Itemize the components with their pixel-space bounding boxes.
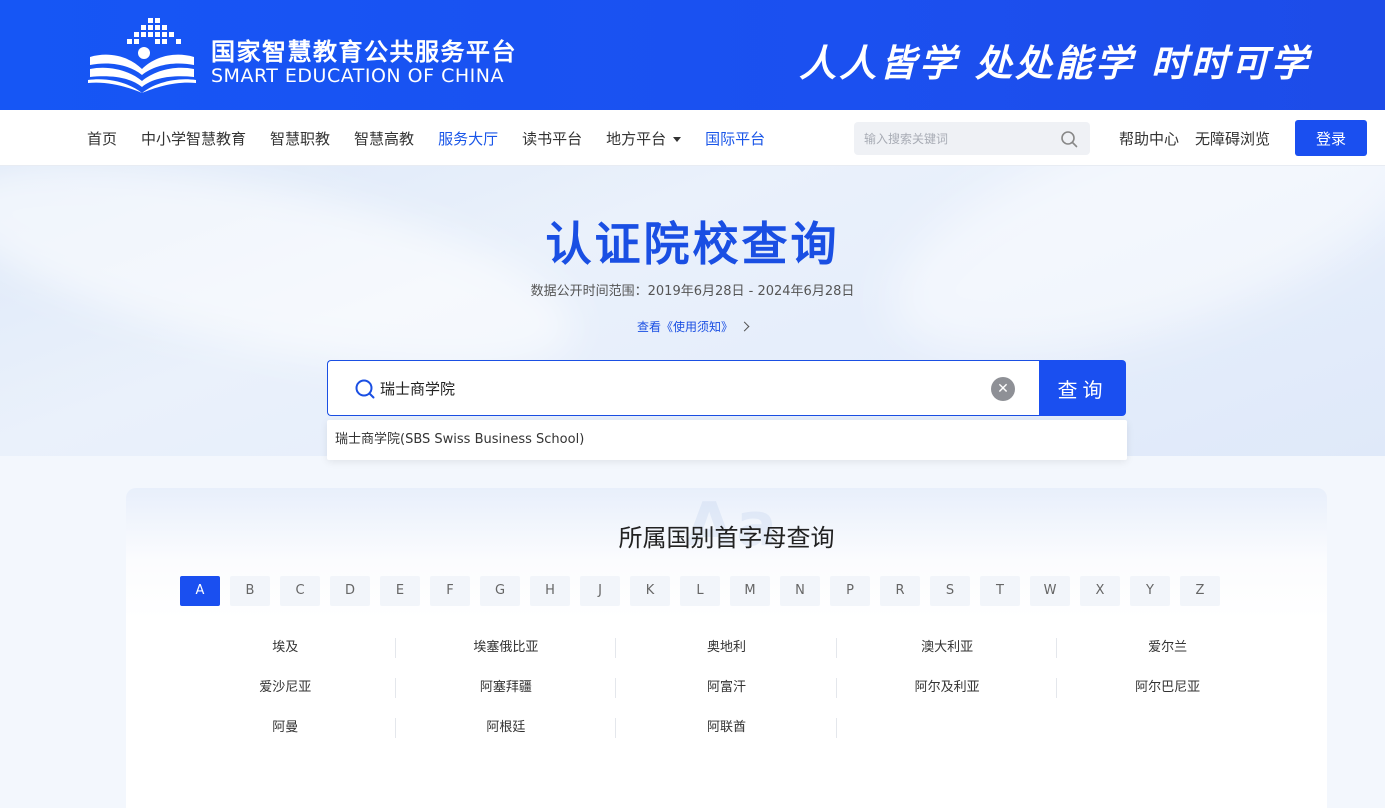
nav-item-vocational[interactable]: 智慧职教 <box>270 128 330 149</box>
letter-filter-k[interactable]: K <box>630 576 670 606</box>
country-item[interactable]: 阿塞拜疆 <box>396 668 617 708</box>
country-section: Aa 所属国别首字母查询 ABCDEFGHJKLMNPRSTWXYZ 埃及 埃塞俄… <box>126 488 1327 808</box>
login-button[interactable]: 登录 <box>1295 120 1367 156</box>
letter-filter-d[interactable]: D <box>330 576 370 606</box>
letter-filter-w[interactable]: W <box>1030 576 1070 606</box>
nav-search-box <box>854 122 1090 155</box>
brand-name-cn: 国家智慧教育公共服务平台 <box>211 38 517 66</box>
letter-filter-p[interactable]: P <box>830 576 870 606</box>
top-banner: 国家智慧教育公共服务平台 SMART EDUCATION OF CHINA 人人… <box>0 0 1385 110</box>
caret-down-icon <box>673 136 682 142</box>
country-row: 阿曼 阿根廷 阿联酋 <box>175 708 1278 748</box>
nav-item-reading[interactable]: 读书平台 <box>522 128 582 149</box>
date-range-text: 数据公开时间范围：2019年6月28日 - 2024年6月28日 <box>530 284 855 299</box>
search-icon <box>355 379 375 399</box>
country-item[interactable]: 澳大利亚 <box>837 628 1058 668</box>
open-book-logo-icon[interactable] <box>86 17 198 93</box>
letter-filter-n[interactable]: N <box>780 576 820 606</box>
letter-filter-m[interactable]: M <box>730 576 770 606</box>
query-button[interactable]: 查询 <box>1039 360 1126 416</box>
letter-filter-c[interactable]: C <box>280 576 320 606</box>
country-row: 埃及 埃塞俄比亚 奥地利 澳大利亚 爱尔兰 <box>175 628 1278 668</box>
chevron-right-icon <box>739 321 750 332</box>
country-item[interactable]: 阿尔巴尼亚 <box>1057 668 1278 708</box>
letter-filter-x[interactable]: X <box>1080 576 1120 606</box>
help-center-link[interactable]: 帮助中心 <box>1119 128 1179 149</box>
brand-name-en: SMART EDUCATION OF CHINA <box>211 65 504 87</box>
country-item[interactable]: 埃塞俄比亚 <box>396 628 617 668</box>
usage-notice-label: 查看《使用须知》 <box>636 320 733 334</box>
school-search-input[interactable] <box>380 361 980 415</box>
nav-item-international[interactable]: 国际平台 <box>705 128 765 149</box>
letter-filter: ABCDEFGHJKLMNPRSTWXYZ <box>180 576 1230 606</box>
country-item[interactable]: 阿尔及利亚 <box>837 668 1058 708</box>
letter-filter-f[interactable]: F <box>430 576 470 606</box>
school-search: ✕ 查询 <box>327 360 1126 416</box>
nav-item-local-label: 地方平台 <box>606 129 667 148</box>
letter-filter-y[interactable]: Y <box>1130 576 1170 606</box>
country-item[interactable]: 阿曼 <box>175 708 396 748</box>
country-list: 埃及 埃塞俄比亚 奥地利 澳大利亚 爱尔兰 爱沙尼亚 阿塞拜疆 阿富汗 阿尔及利亚 阿尔巴尼亚 阿曼… <box>175 628 1278 748</box>
nav-right-links: 帮助中心 无障碍浏览 <box>1119 110 1286 166</box>
letter-filter-j[interactable]: J <box>580 576 620 606</box>
country-item[interactable]: 爱沙尼亚 <box>175 668 396 708</box>
country-item[interactable]: 爱尔兰 <box>1057 628 1278 668</box>
letter-filter-b[interactable]: B <box>230 576 270 606</box>
nav-search-input[interactable] <box>854 122 1044 155</box>
main-nav: 首页 中小学智慧教育 智慧职教 智慧高教 服务大厅 读书平台 地方平台 国际平台 <box>87 110 789 166</box>
country-section-title: 所属国别首字母查询 <box>618 524 835 552</box>
nav-item-local-platform[interactable]: 地方平台 <box>606 128 682 149</box>
letter-filter-l[interactable]: L <box>680 576 720 606</box>
letter-filter-s[interactable]: S <box>930 576 970 606</box>
main-nav-bar: 首页 中小学智慧教育 智慧职教 智慧高教 服务大厅 读书平台 地方平台 国际平台… <box>0 110 1385 166</box>
country-item[interactable]: 阿根廷 <box>396 708 617 748</box>
usage-notice-link[interactable]: 查看《使用须知》 <box>0 318 1385 335</box>
page-title: 认证院校查询 <box>545 217 840 271</box>
letter-filter-r[interactable]: R <box>880 576 920 606</box>
letter-filter-a[interactable]: A <box>180 576 220 606</box>
school-search-box: ✕ <box>327 360 1039 416</box>
nav-item-service-hall[interactable]: 服务大厅 <box>438 128 498 149</box>
letter-filter-e[interactable]: E <box>380 576 420 606</box>
clear-icon[interactable]: ✕ <box>991 377 1015 401</box>
country-item[interactable]: 奥地利 <box>616 628 837 668</box>
nav-item-home[interactable]: 首页 <box>87 128 117 149</box>
slogan: 人人皆学 处处能学 时时可学 <box>799 42 1311 85</box>
country-item[interactable]: 阿联酋 <box>616 708 837 748</box>
letter-filter-g[interactable]: G <box>480 576 520 606</box>
letter-filter-t[interactable]: T <box>980 576 1020 606</box>
suggestion-dropdown: 瑞士商学院(SBS Swiss Business School) <box>327 420 1127 460</box>
nav-item-k12[interactable]: 中小学智慧教育 <box>141 128 246 149</box>
accessibility-link[interactable]: 无障碍浏览 <box>1195 128 1270 149</box>
letter-filter-h[interactable]: H <box>530 576 570 606</box>
country-row: 爱沙尼亚 阿塞拜疆 阿富汗 阿尔及利亚 阿尔巴尼亚 <box>175 668 1278 708</box>
suggestion-item[interactable]: 瑞士商学院(SBS Swiss Business School) <box>335 420 584 460</box>
search-icon[interactable] <box>1060 130 1078 148</box>
letter-filter-z[interactable]: Z <box>1180 576 1220 606</box>
nav-item-higher-ed[interactable]: 智慧高教 <box>354 128 414 149</box>
country-item[interactable]: 埃及 <box>175 628 396 668</box>
country-item[interactable]: 阿富汗 <box>616 668 837 708</box>
